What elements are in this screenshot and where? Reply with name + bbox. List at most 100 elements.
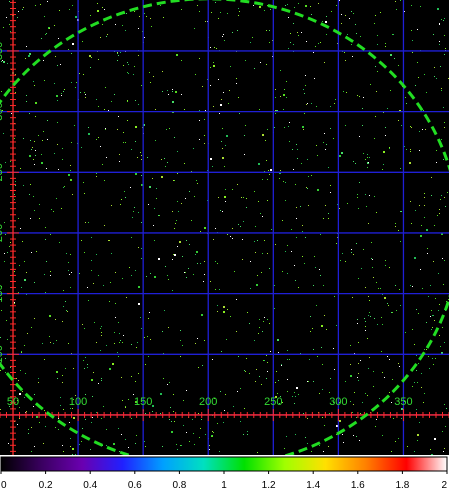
count-pixel xyxy=(125,407,126,408)
count-pixel xyxy=(295,396,296,397)
count-pixel xyxy=(305,85,306,86)
count-pixel xyxy=(306,187,307,188)
count-pixel xyxy=(404,146,405,147)
count-pixel xyxy=(201,419,202,420)
count-pixel xyxy=(195,343,196,344)
count-pixel xyxy=(382,324,383,325)
count-pixel xyxy=(283,94,285,96)
count-pixel xyxy=(436,162,437,163)
count-pixel xyxy=(144,37,145,38)
count-pixel xyxy=(444,127,445,128)
count-pixel xyxy=(374,318,375,319)
count-pixel xyxy=(194,28,195,29)
count-pixel xyxy=(226,339,227,340)
count-pixel xyxy=(321,325,323,327)
count-pixel xyxy=(44,16,45,17)
count-pixel xyxy=(435,358,436,359)
count-pixel xyxy=(133,211,134,212)
count-pixel xyxy=(172,89,173,90)
count-pixel xyxy=(221,99,222,100)
count-pixel xyxy=(308,381,309,382)
count-pixel xyxy=(180,340,181,341)
count-pixel xyxy=(179,241,181,243)
count-pixel xyxy=(370,84,371,85)
count-pixel xyxy=(73,368,74,369)
count-pixel xyxy=(122,342,123,343)
count-pixel xyxy=(416,355,417,356)
count-pixel xyxy=(106,36,107,37)
count-pixel xyxy=(381,351,382,352)
count-pixel xyxy=(72,43,74,45)
count-pixel xyxy=(311,103,312,104)
count-pixel xyxy=(354,392,355,393)
count-pixel xyxy=(174,180,175,181)
count-pixel xyxy=(155,109,156,110)
count-pixel xyxy=(141,85,142,86)
count-pixel xyxy=(257,452,258,453)
count-pixel xyxy=(63,451,64,452)
count-pixel xyxy=(298,35,299,36)
count-pixel xyxy=(223,422,224,423)
photon-counts xyxy=(0,0,449,455)
count-pixel xyxy=(271,229,272,230)
count-pixel xyxy=(430,285,431,286)
count-pixel xyxy=(387,356,388,357)
count-pixel xyxy=(68,343,69,344)
count-pixel xyxy=(104,225,105,226)
count-pixel xyxy=(345,125,346,126)
count-pixel xyxy=(119,154,120,155)
count-pixel xyxy=(133,74,134,75)
count-pixel xyxy=(55,427,56,428)
count-pixel xyxy=(376,282,377,283)
count-pixel xyxy=(129,267,130,268)
count-pixel xyxy=(39,204,40,205)
count-pixel xyxy=(324,62,325,63)
count-pixel xyxy=(22,241,23,242)
count-pixel xyxy=(186,277,187,278)
x-tick-label: 150 xyxy=(134,396,152,408)
count-pixel xyxy=(160,393,162,395)
count-pixel xyxy=(39,422,40,423)
count-pixel xyxy=(98,383,99,384)
count-pixel xyxy=(46,33,47,34)
count-pixel xyxy=(373,386,374,387)
count-pixel xyxy=(5,358,6,359)
count-pixel xyxy=(372,267,373,268)
count-pixel xyxy=(105,128,106,129)
count-pixel xyxy=(224,410,225,411)
count-pixel xyxy=(387,303,388,304)
count-pixel xyxy=(266,378,267,379)
count-pixel xyxy=(232,32,233,33)
count-pixel xyxy=(135,100,136,101)
count-pixel xyxy=(252,37,253,38)
count-pixel xyxy=(221,141,222,142)
count-pixel xyxy=(117,129,118,130)
count-pixel xyxy=(65,301,66,302)
count-pixel xyxy=(98,106,99,107)
count-pixel xyxy=(68,174,70,176)
count-pixel xyxy=(10,31,11,32)
colorbar-tick-label: 1.2 xyxy=(262,480,276,491)
count-pixel xyxy=(336,325,337,326)
count-pixel xyxy=(401,408,403,410)
count-pixel xyxy=(28,55,30,57)
count-pixel xyxy=(221,351,222,352)
count-pixel xyxy=(70,287,71,288)
count-pixel xyxy=(168,279,169,280)
count-pixel xyxy=(135,141,136,142)
count-pixel xyxy=(329,392,330,393)
count-pixel xyxy=(213,239,214,240)
count-pixel xyxy=(255,226,256,227)
count-pixel xyxy=(7,252,8,253)
count-pixel xyxy=(81,147,82,148)
count-pixel xyxy=(31,149,32,150)
count-pixel xyxy=(104,109,105,110)
count-pixel xyxy=(326,144,327,145)
count-pixel xyxy=(56,198,57,199)
count-pixel xyxy=(417,434,419,436)
count-pixel xyxy=(292,149,293,150)
count-pixel xyxy=(214,47,215,48)
count-pixel xyxy=(287,391,288,392)
count-pixel xyxy=(17,424,18,425)
count-pixel xyxy=(377,71,378,72)
